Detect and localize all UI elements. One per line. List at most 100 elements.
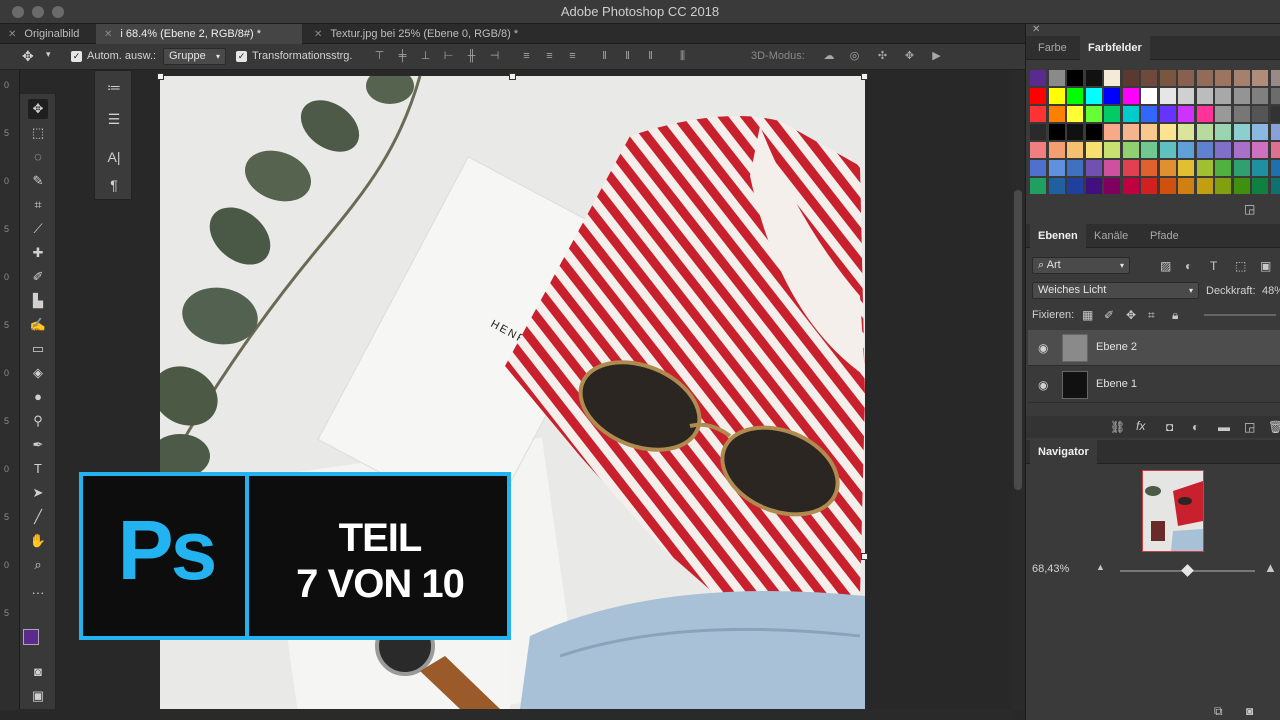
auto-select-checkbox[interactable]: ✓ <box>71 51 82 62</box>
align-hcenter-icon[interactable]: ╫ <box>465 50 478 63</box>
color-swatch[interactable] <box>1048 160 1065 176</box>
auto-align-icon[interactable]: ⫼ <box>676 50 689 63</box>
color-swatch[interactable] <box>1270 124 1280 140</box>
color-swatch[interactable] <box>1104 178 1120 194</box>
zoom-tool-icon[interactable]: ⌕ <box>28 555 48 575</box>
color-swatch[interactable] <box>1196 70 1213 86</box>
color-swatch[interactable] <box>1141 88 1157 104</box>
layer-mask-icon[interactable]: ◘ <box>1166 420 1173 434</box>
close-icon[interactable]: ✕ <box>1032 24 1040 35</box>
color-swatch[interactable] <box>1178 124 1194 140</box>
camera-icon[interactable]: ◙ <box>1246 704 1253 718</box>
type-tool-icon[interactable]: T <box>28 459 48 479</box>
filter-shape-icon[interactable]: ⬚ <box>1235 259 1246 273</box>
color-swatch[interactable] <box>1233 178 1250 194</box>
new-swatch-icon[interactable]: ◲ <box>1244 202 1255 216</box>
color-swatch[interactable] <box>1215 160 1231 176</box>
color-swatch[interactable] <box>1104 124 1120 140</box>
close-icon[interactable]: ✕ <box>8 29 16 40</box>
color-swatch[interactable] <box>1067 88 1083 104</box>
color-swatch[interactable] <box>1270 160 1280 176</box>
new-layer-icon[interactable]: ◲ <box>1244 420 1255 434</box>
3d-pan-icon[interactable]: ✣ <box>876 50 889 63</box>
color-swatch[interactable] <box>1048 106 1065 122</box>
color-swatch[interactable] <box>1030 106 1046 122</box>
eyedropper-tool-icon[interactable]: ⟋ <box>28 219 48 239</box>
color-swatch[interactable] <box>1085 88 1102 104</box>
distribute-vcenter-icon[interactable]: ≡ <box>543 50 556 63</box>
color-swatch[interactable] <box>1067 160 1083 176</box>
color-swatch[interactable] <box>1085 124 1102 140</box>
color-swatch[interactable] <box>1122 178 1139 194</box>
navigator-preview[interactable] <box>1142 470 1204 552</box>
transform-controls-checkbox[interactable]: ✓ <box>236 51 247 62</box>
distribute-right-icon[interactable]: ‖ <box>644 50 657 63</box>
color-swatch[interactable] <box>1141 70 1157 86</box>
color-swatch[interactable] <box>1122 124 1139 140</box>
visibility-eye-icon[interactable]: ◉ <box>1038 341 1048 355</box>
color-swatch[interactable] <box>1215 88 1231 104</box>
adjustments-icon[interactable]: ≔ <box>104 77 124 97</box>
horizontal-scrollbar[interactable] <box>160 709 1012 720</box>
color-swatch[interactable] <box>1122 142 1139 158</box>
chevron-down-icon[interactable]: ▾ <box>46 49 51 60</box>
tab-pfade[interactable]: Pfade <box>1142 224 1187 248</box>
color-swatch[interactable] <box>1030 88 1046 104</box>
lock-position-icon[interactable]: ✥ <box>1126 308 1136 322</box>
lock-all-icon[interactable]: 🔒︎ <box>1172 308 1178 323</box>
zoom-in-icon[interactable]: ▲ <box>1264 560 1277 575</box>
color-swatch[interactable] <box>1067 178 1083 194</box>
color-swatch[interactable] <box>1178 178 1194 194</box>
color-swatch[interactable] <box>1141 124 1157 140</box>
scrollbar-thumb[interactable] <box>1014 190 1022 490</box>
color-swatch[interactable] <box>1067 70 1083 86</box>
link-layers-icon[interactable]: ⛓ <box>1110 420 1125 434</box>
color-swatch[interactable] <box>1085 142 1102 158</box>
delete-layer-icon[interactable]: 🗑︎ <box>1268 420 1280 434</box>
color-swatch[interactable] <box>1067 124 1083 140</box>
color-swatch[interactable] <box>1159 106 1176 122</box>
eraser-tool-icon[interactable]: ▭ <box>28 339 48 359</box>
color-swatch[interactable] <box>1215 142 1231 158</box>
panel-icon[interactable]: ⧉ <box>1214 704 1223 719</box>
close-icon[interactable]: ✕ <box>314 29 322 40</box>
pen-tool-icon[interactable]: ✒ <box>28 435 48 455</box>
3d-slide-icon[interactable]: ✥ <box>903 50 916 63</box>
distribute-bottom-icon[interactable]: ≡ <box>566 50 579 63</box>
opacity-value[interactable]: 48% <box>1262 285 1280 297</box>
color-swatch[interactable] <box>1196 88 1213 104</box>
character-icon[interactable]: A| <box>104 147 124 167</box>
lock-paint-icon[interactable]: ✐ <box>1104 308 1114 322</box>
dodge-tool-icon[interactable]: ⚲ <box>28 411 48 431</box>
color-swatch[interactable] <box>1215 70 1231 86</box>
blend-mode-dropdown[interactable]: Weiches Licht ▾ <box>1032 282 1199 299</box>
align-bottom-icon[interactable]: ⊥ <box>419 50 432 63</box>
quick-mask-icon[interactable]: ◙ <box>28 662 48 682</box>
color-swatch[interactable] <box>1270 142 1280 158</box>
color-swatch[interactable] <box>1178 142 1194 158</box>
quick-select-tool-icon[interactable]: ✎ <box>28 171 48 191</box>
color-swatch[interactable] <box>1196 142 1213 158</box>
color-swatch[interactable] <box>1178 70 1194 86</box>
move-tool-icon[interactable]: ✥ <box>28 99 48 119</box>
color-swatch[interactable] <box>1215 106 1231 122</box>
color-swatch[interactable] <box>1048 178 1065 194</box>
color-swatch[interactable] <box>1270 88 1280 104</box>
color-swatch[interactable] <box>1270 70 1280 86</box>
3d-orbit-icon[interactable]: ☁ <box>820 50 838 63</box>
color-swatch[interactable] <box>1030 70 1046 86</box>
color-swatch[interactable] <box>1104 160 1120 176</box>
color-swatch[interactable] <box>1067 106 1083 122</box>
path-select-tool-icon[interactable]: ➤ <box>28 483 48 503</box>
crop-tool-icon[interactable]: ⌗ <box>28 195 48 215</box>
color-swatch[interactable] <box>1141 178 1157 194</box>
align-left-icon[interactable]: ⊢ <box>442 50 455 63</box>
color-swatch[interactable] <box>1085 160 1102 176</box>
visibility-eye-icon[interactable]: ◉ <box>1038 378 1048 392</box>
color-swatch[interactable] <box>1030 178 1046 194</box>
color-swatch[interactable] <box>1233 70 1250 86</box>
lock-artboard-icon[interactable]: ⌗ <box>1148 308 1155 323</box>
line-tool-icon[interactable]: ╱ <box>28 507 48 527</box>
color-swatch[interactable] <box>1159 124 1176 140</box>
color-swatch[interactable] <box>1104 106 1120 122</box>
